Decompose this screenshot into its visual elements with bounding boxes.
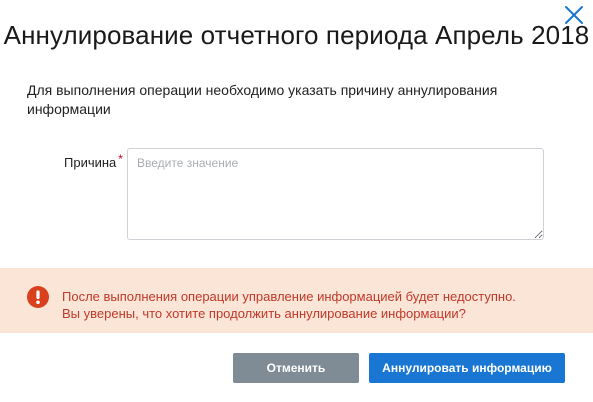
reason-input[interactable] [127, 148, 544, 240]
cancel-period-dialog: Аннулирование отчетного периода Апрель 2… [0, 0, 593, 402]
warning-line-1: После выполнения операции управление инф… [62, 289, 516, 304]
reason-label-wrap: Причина * [64, 152, 123, 170]
dialog-description: Для выполнения операции необходимо указа… [27, 82, 498, 117]
dialog-title: Аннулирование отчетного периода Апрель 2… [3, 20, 590, 50]
reason-label: Причина [64, 155, 117, 170]
cancel-button[interactable]: Отменить [233, 353, 359, 383]
warning-text: После выполнения операции управление инф… [62, 288, 582, 322]
warning-line-2: Вы уверены, что хотите продолжить аннули… [62, 306, 466, 321]
exclamation-icon [27, 286, 49, 308]
warning-banner: После выполнения операции управление инф… [0, 268, 593, 333]
annul-information-button[interactable]: Аннулировать информацию [369, 353, 565, 383]
required-mark: * [118, 152, 123, 166]
